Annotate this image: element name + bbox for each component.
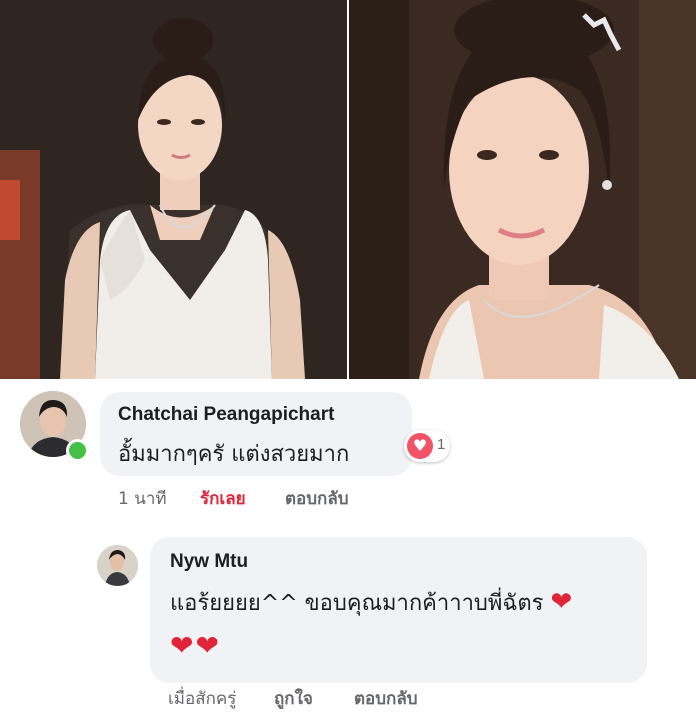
photo-collage [0, 0, 696, 379]
comment-bubble-nyw[interactable]: Nyw Mtu แอร้ยยยย^^ ขอบคุณมากค้าาาบพี่ฉัต… [150, 537, 647, 683]
reaction-summary[interactable]: ♥ 1 [404, 430, 450, 462]
comment-bubble-chatchai[interactable]: Chatchai Peangapichart อั้มมากๆครั แต่งส… [100, 392, 412, 476]
red-heart-emoji-icon: ❤❤ [170, 629, 221, 662]
comment-section: Chatchai Peangapichart อั้มมากๆครั แต่งส… [0, 379, 696, 709]
comment-timestamp[interactable]: เมื่อสักครู่ [168, 685, 236, 712]
comment-timestamp[interactable]: 1 นาที [118, 485, 167, 512]
profile-picture-icon [97, 545, 138, 586]
bride-closeup-image [349, 0, 696, 379]
reply-button[interactable]: ตอบกลับ [285, 485, 349, 512]
heart-reaction-icon: ♥ [407, 433, 433, 459]
like-button[interactable]: ถูกใจ [274, 685, 313, 712]
comment-text: แอร้ยยยย^^ ขอบคุณมากค้าาาบพี่ฉัตร ❤ [170, 585, 572, 620]
comment-text-content: แอร้ยยยย^^ ขอบคุณมากค้าาาบพี่ฉัตร [170, 591, 544, 616]
avatar-nyw[interactable] [97, 545, 138, 586]
online-status-indicator [66, 439, 89, 462]
bride-photo-right[interactable] [349, 0, 696, 379]
bride-portrait-image [0, 0, 347, 379]
comment-author[interactable]: Chatchai Peangapichart [118, 404, 334, 426]
reaction-count: 1 [437, 436, 446, 453]
comment-text: อั้มมากๆครั แต่งสวยมาก [118, 442, 350, 467]
reply-button[interactable]: ตอบกลับ [354, 685, 418, 712]
love-button[interactable]: รักเลย [200, 485, 246, 512]
comment-author[interactable]: Nyw Mtu [170, 551, 248, 573]
red-heart-emoji-icon: ❤ [550, 587, 573, 617]
bride-photo-left[interactable] [0, 0, 347, 379]
